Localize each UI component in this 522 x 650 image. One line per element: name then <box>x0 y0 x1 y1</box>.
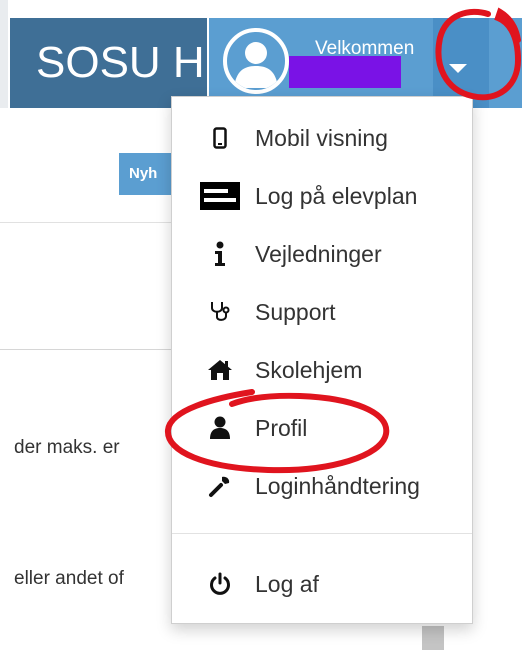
power-icon <box>202 566 238 602</box>
user-menu-bar[interactable]: Velkommen <box>209 18 522 108</box>
brand-title[interactable]: SOSU H <box>10 18 207 108</box>
page-text-line: der maks. er <box>14 437 120 458</box>
menu-item-vejledninger[interactable]: Vejledninger <box>172 231 472 277</box>
menu-item-log-af[interactable]: Log af <box>172 561 472 607</box>
menu-item-mobil-visning[interactable]: Mobil visning <box>172 115 472 161</box>
menu-item-label: Skolehjem <box>255 356 363 383</box>
divider <box>0 349 175 350</box>
menu-item-loginhaandtering[interactable]: Loginhåndtering <box>172 463 472 509</box>
menu-item-label: Support <box>255 298 336 325</box>
mobile-icon <box>202 120 238 156</box>
menu-item-label: Loginhåndtering <box>255 472 420 499</box>
chevron-down-icon[interactable] <box>449 64 467 73</box>
redacted-user-name <box>289 56 401 88</box>
home-icon <box>202 352 238 388</box>
menu-item-label: Profil <box>255 414 308 441</box>
info-icon <box>202 236 238 272</box>
user-icon <box>202 410 238 446</box>
page-text-line: eller andet of <box>14 568 124 589</box>
avatar-icon[interactable] <box>223 28 289 94</box>
user-dropdown-menu: Mobil visning Log på elevplan Vejledning… <box>171 96 473 624</box>
elevplan-logo-icon <box>198 178 242 214</box>
menu-item-log-paa-elevplan[interactable]: Log på elevplan <box>172 173 472 219</box>
wrench-icon <box>202 468 238 504</box>
menu-item-label: Log på elevplan <box>255 182 418 209</box>
divider <box>0 222 175 223</box>
menu-item-skolehjem[interactable]: Skolehjem <box>172 347 472 393</box>
stethoscope-icon <box>202 294 238 330</box>
menu-item-support[interactable]: Support <box>172 289 472 335</box>
menu-item-label: Mobil visning <box>255 124 388 151</box>
news-button[interactable]: Nyh <box>119 153 175 195</box>
menu-item-label: Log af <box>255 570 319 597</box>
user-dropdown-toggle[interactable] <box>433 18 489 108</box>
menu-item-label: Vejledninger <box>255 240 382 267</box>
header-left-strip <box>0 0 8 108</box>
menu-item-profil[interactable]: Profil <box>172 405 472 451</box>
menu-divider <box>172 533 472 534</box>
scrollbar-thumb[interactable] <box>422 626 444 650</box>
